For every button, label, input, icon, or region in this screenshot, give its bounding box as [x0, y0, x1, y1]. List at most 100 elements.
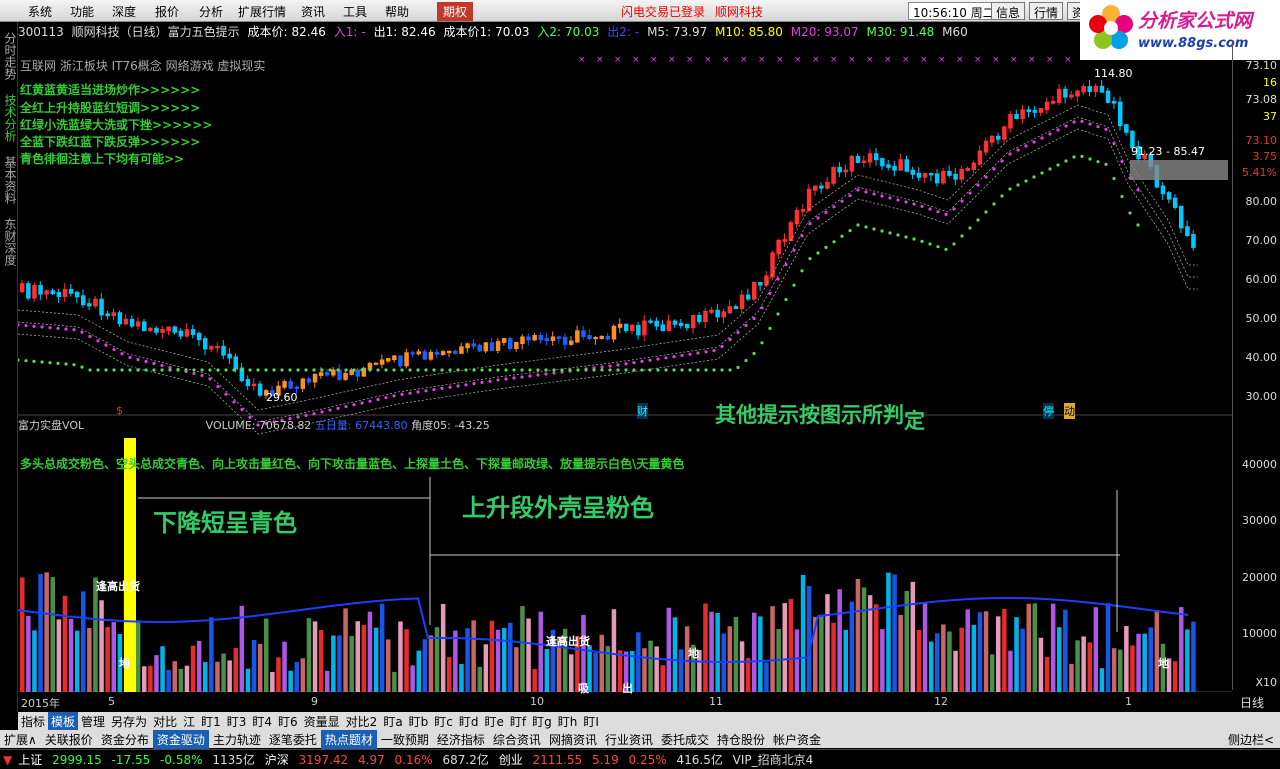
candle-body	[1014, 113, 1019, 120]
indicator-tab-18[interactable]: 盯g	[529, 712, 555, 731]
volume-bar	[526, 618, 531, 692]
volume-bar	[745, 658, 751, 692]
menu-options[interactable]: 期权	[437, 2, 474, 21]
ma-pink-dot	[56, 326, 60, 330]
candle-body	[129, 318, 135, 327]
indicator-tab-0[interactable]: 指标	[18, 712, 48, 731]
bottom-nav-item-11[interactable]: 行业资讯	[601, 730, 657, 749]
menu-extended-quote[interactable]: 扩展行情	[238, 3, 286, 20]
bottom-nav-item-1[interactable]: 关联报价	[41, 730, 97, 749]
volume-bar	[1111, 648, 1117, 692]
bottom-nav-item-3[interactable]: 资金驱动	[152, 730, 209, 749]
volume-bar	[227, 660, 232, 692]
ma-pink-dot	[488, 379, 492, 383]
bottom-nav-item-0[interactable]: 扩展∧	[0, 730, 41, 749]
info-button[interactable]: 信息	[991, 2, 1026, 20]
candle-body	[1069, 94, 1074, 98]
ma-pink-dot	[952, 207, 956, 211]
indicator-tab-10[interactable]: 资量显	[301, 712, 343, 731]
note-main-tail: 定	[904, 409, 925, 433]
angle-value: -43.25	[454, 419, 490, 432]
bottom-nav-item-5[interactable]: 逐笔委托	[265, 730, 321, 749]
volume-bar	[1130, 645, 1135, 692]
candle-body	[257, 383, 263, 396]
indicator-tab-12[interactable]: 盯a	[380, 712, 405, 731]
volume-bar	[68, 618, 74, 692]
tab-technical[interactable]: 技术分析	[2, 94, 19, 142]
candle-body	[68, 289, 74, 294]
bottom-nav-item-4[interactable]: 主力轨迹	[209, 730, 265, 749]
indicator-tab-1[interactable]: 模板	[48, 712, 79, 731]
indicator-tab-20[interactable]: 盯I	[580, 712, 602, 731]
bottom-nav-item-13[interactable]: 持仓股份	[713, 730, 769, 749]
volume-bar	[160, 646, 165, 692]
candle-body	[922, 173, 928, 178]
menu-quote[interactable]: 报价	[155, 3, 179, 20]
ma5-volume-value: 67443.80	[355, 419, 408, 432]
stock-code: 300113	[18, 25, 64, 39]
ma-pink-dot	[720, 344, 724, 349]
tab-intraday[interactable]: 分时走势	[2, 32, 19, 80]
volume-bar	[648, 640, 653, 692]
bottom-nav-item-10[interactable]: 网摘资讯	[545, 730, 601, 749]
bottom-nav-item-8[interactable]: 经济指标	[433, 730, 489, 749]
sidebar-toggle[interactable]: 侧边栏<	[1228, 731, 1274, 748]
indicator-tab-7[interactable]: 盯3	[224, 712, 250, 731]
menu-depth[interactable]: 深度	[112, 3, 136, 20]
menu-function[interactable]: 功能	[70, 3, 94, 20]
ma-pink-dot	[1104, 127, 1108, 131]
bottom-nav-item-14[interactable]: 帐户资金	[769, 730, 825, 749]
bottom-nav: 扩展∧ 关联报价 资金分布 资金驱动 主力轨迹 逐笔委托 热点题材 一致预期 经济指标 综合资讯网…	[0, 730, 1280, 749]
candle-body	[550, 336, 556, 341]
bottom-nav-item-12[interactable]: 委托成交	[657, 730, 713, 749]
indicator-tab-14[interactable]: 盯c	[431, 712, 456, 731]
volume-bar	[105, 626, 110, 692]
indicator-tab-9[interactable]: 盯6	[275, 712, 301, 731]
ma-pink-dot	[352, 403, 356, 407]
tab-fundamental[interactable]: 基本资料	[2, 156, 19, 204]
quote-button[interactable]: 行情	[1029, 2, 1064, 20]
candle-body	[867, 153, 873, 163]
bottom-nav-item-2[interactable]: 资金分布	[97, 730, 153, 749]
indicator-tab-4[interactable]: 对比	[150, 712, 180, 731]
menu-news[interactable]: 资讯	[301, 3, 325, 20]
time-label-12: 12	[934, 695, 948, 708]
bottom-nav-item-7[interactable]: 一致预期	[377, 730, 433, 749]
menu-help[interactable]: 帮助	[385, 3, 409, 20]
ma-green-dot	[144, 368, 148, 372]
ma-pink-dot	[360, 401, 364, 405]
login-alert[interactable]: 闪电交易已登录	[621, 3, 705, 20]
ma-pink-dot	[400, 392, 404, 396]
ma-green-dot	[1024, 179, 1028, 183]
indicator-tab-15[interactable]: 盯d	[456, 712, 482, 731]
indicator-tab-2[interactable]: 管理	[78, 712, 108, 731]
ma-green-dot	[496, 368, 500, 372]
indicator-tab-5[interactable]: 江	[180, 712, 198, 731]
indicator-tab-17[interactable]: 盯f	[507, 712, 529, 731]
top-x-marker: ×	[722, 55, 730, 65]
indicator-tab-13[interactable]: 盯b	[406, 712, 432, 731]
indicator-tab-19[interactable]: 盯h	[555, 712, 581, 731]
volume-bar	[221, 653, 226, 692]
indicator-tab-11[interactable]: 对比2	[343, 712, 381, 731]
candle-body	[166, 326, 171, 331]
cy-label[interactable]: 创业	[496, 750, 526, 769]
indicator-tab-8[interactable]: 盯4	[249, 712, 275, 731]
bottom-nav-item-9[interactable]: 综合资讯	[489, 730, 545, 749]
indicator-tab-3[interactable]: 另存为	[108, 712, 150, 731]
indicator-tab-16[interactable]: 盯e	[482, 712, 507, 731]
top-x-marker: ×	[812, 55, 820, 65]
top-x-marker: ×	[704, 55, 712, 65]
tab-depth[interactable]: 东财深度	[2, 218, 19, 266]
indicator-tab-6[interactable]: 盯1	[198, 712, 224, 731]
menu-analysis[interactable]: 分析	[199, 3, 223, 20]
bottom-nav-item-6[interactable]: 热点题材	[320, 730, 377, 749]
menu-system[interactable]: 系统	[28, 3, 52, 20]
period-label[interactable]: 日线	[1240, 694, 1264, 711]
sz-label[interactable]: 沪深	[262, 750, 292, 769]
sh-label[interactable]: 上证	[15, 750, 45, 769]
candle-body	[215, 345, 220, 349]
volume-label-fenggao-2: 逢高出货	[546, 635, 590, 648]
candle-body	[910, 169, 916, 175]
menu-tools[interactable]: 工具	[343, 3, 367, 20]
